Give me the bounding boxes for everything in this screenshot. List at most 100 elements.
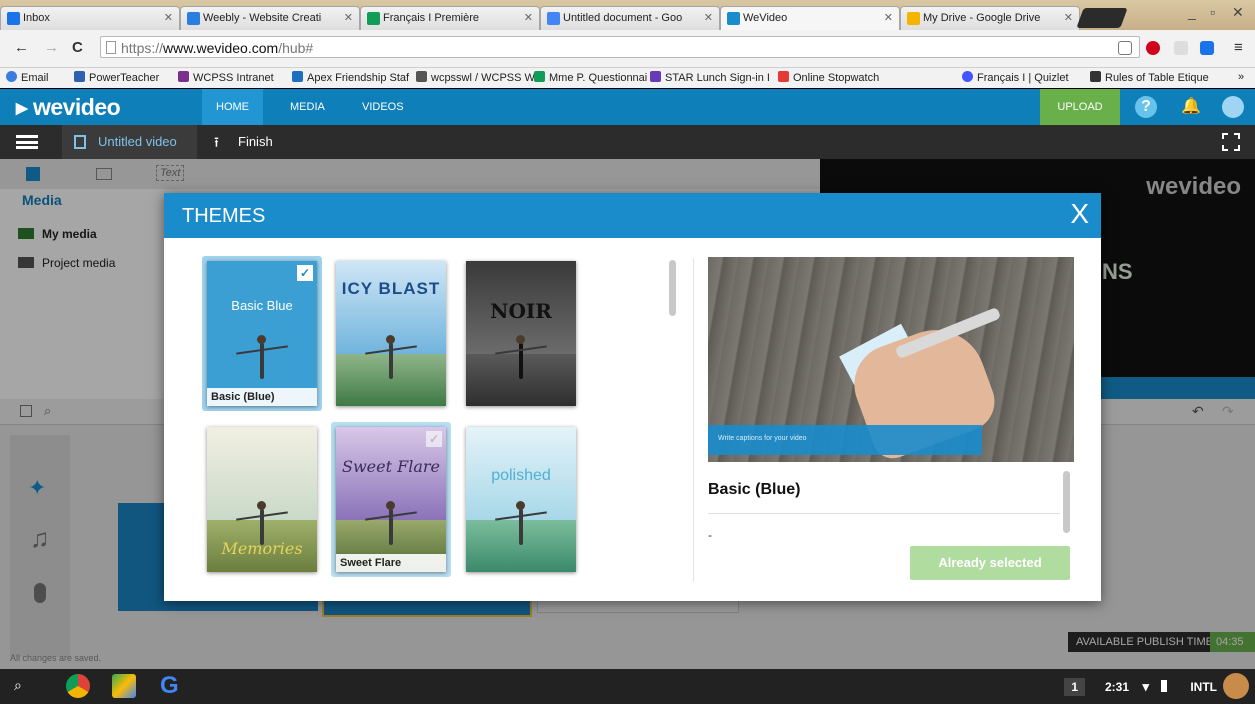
preview-scrollbar[interactable]: [1063, 471, 1070, 533]
girl-figure: [386, 501, 395, 545]
finish-button[interactable]: ⭱ Finish: [212, 125, 273, 159]
close-icon[interactable]: ✕: [524, 11, 533, 24]
theme-card-basic-blue[interactable]: Basic Blue Basic (Blue) ✓: [202, 256, 322, 411]
minimize-icon[interactable]: _: [1188, 4, 1196, 20]
modal-divider: [693, 258, 694, 582]
bookmark-item[interactable]: Apex Friendship Staf: [292, 71, 409, 84]
tab-docs[interactable]: Untitled document - Goo ✕: [540, 6, 720, 30]
bookmark-item[interactable]: Online Stopwatch: [778, 71, 879, 84]
close-icon[interactable]: ✕: [884, 11, 893, 24]
bookmark-label: Français I | Quizlet: [977, 72, 1069, 84]
theme-title: Sweet Flare: [342, 457, 440, 476]
back-arrow-icon[interactable]: ←: [14, 39, 29, 56]
menu-icon[interactable]: ≡: [1234, 39, 1243, 56]
already-selected-button[interactable]: Already selected: [910, 546, 1070, 580]
page-icon: [106, 41, 116, 54]
announce-icon[interactable]: [1200, 41, 1214, 55]
wevideo-logo[interactable]: ▸ wevideo: [16, 94, 121, 121]
bookmark-label: Rules of Table Etique: [1105, 72, 1209, 84]
sheets-icon: [534, 71, 545, 82]
project-toolbar: Untitled video ⭱ Finish: [0, 125, 1255, 159]
tab-classroom[interactable]: Français I Première ✕: [360, 6, 540, 30]
bookmark-label: PowerTeacher: [89, 72, 160, 84]
bookmark-item[interactable]: WCPSS Intranet: [178, 71, 274, 84]
notification-count[interactable]: 1: [1064, 678, 1085, 696]
search-icon[interactable]: ⌕: [14, 677, 22, 694]
chrome-icon[interactable]: [66, 674, 90, 698]
star-icon[interactable]: [1118, 41, 1132, 55]
preview-caption: Write captions for your video: [708, 425, 982, 455]
google-icon[interactable]: G: [160, 674, 184, 698]
upload-button[interactable]: UPLOAD: [1040, 89, 1120, 125]
fullscreen-icon[interactable]: [1222, 133, 1240, 151]
bookmark-label: STAR Lunch Sign-in I: [665, 72, 770, 84]
themes-scrollbar[interactable]: [669, 260, 676, 316]
tab-label: Français I Première: [383, 12, 479, 24]
girl-figure: [516, 335, 525, 379]
close-icon[interactable]: ✕: [704, 11, 713, 24]
close-icon[interactable]: ✕: [1064, 11, 1073, 24]
url-path: /hub#: [278, 40, 314, 56]
theme-card-sweet-flare[interactable]: Sweet Flare Sweet Flare ✓: [331, 422, 451, 577]
weebly-icon: [187, 12, 200, 25]
theme-title: polished: [491, 467, 551, 484]
theme-card-polished[interactable]: polished: [466, 427, 576, 572]
forward-arrow-icon[interactable]: →: [44, 39, 59, 56]
user-avatar[interactable]: [1223, 673, 1249, 699]
close-icon[interactable]: ✕: [344, 11, 353, 24]
new-tab-button[interactable]: [1076, 8, 1128, 28]
address-bar[interactable]: https://www.wevideo.com/hub#: [100, 36, 1140, 58]
user-avatar[interactable]: [1222, 96, 1244, 118]
hamburger-menu-icon[interactable]: [16, 135, 38, 149]
url-host: www.wevideo.com: [163, 40, 279, 56]
tab-weebly[interactable]: Weebly - Website Creati ✕: [180, 6, 360, 30]
close-modal-button[interactable]: X: [1070, 199, 1089, 229]
nav-media[interactable]: MEDIA: [276, 89, 339, 125]
stopwatch-icon: [778, 71, 789, 82]
bookmark-item[interactable]: Rules of Table Etique: [1090, 71, 1209, 84]
tab-drive[interactable]: My Drive - Google Drive ✕: [900, 6, 1080, 30]
input-method: INTL: [1190, 680, 1217, 694]
bookmark-item[interactable]: Email: [6, 71, 49, 84]
url-scheme: https://: [121, 40, 164, 56]
checkmark-icon: ✓: [297, 265, 313, 281]
theme-label: Sweet Flare: [336, 554, 446, 572]
theme-title: ICY BLAST: [341, 279, 441, 298]
bookmark-label: Online Stopwatch: [793, 72, 880, 84]
close-icon[interactable]: ✕: [164, 11, 173, 24]
intranet-icon: [178, 71, 189, 82]
reload-icon[interactable]: C: [72, 39, 83, 56]
bookmark-item[interactable]: wcpsswl / WCPSS W: [416, 71, 535, 84]
theme-title: Memories: [221, 539, 303, 558]
nav-videos[interactable]: VIDEOS: [348, 89, 418, 125]
project-title-tab[interactable]: Untitled video: [62, 125, 197, 159]
nav-home[interactable]: HOME: [202, 89, 263, 125]
maximize-icon[interactable]: ▫: [1210, 4, 1215, 20]
tab-inbox[interactable]: Inbox ✕: [0, 6, 180, 30]
theme-card-icy-blast[interactable]: ICY BLAST: [336, 261, 446, 406]
help-icon[interactable]: ?: [1135, 96, 1157, 118]
theme-title: Basic Blue: [231, 298, 293, 313]
powerteacher-icon: [74, 71, 85, 82]
bookmark-item[interactable]: PowerTeacher: [74, 71, 159, 84]
drive-icon: [907, 12, 920, 25]
theme-card-noir[interactable]: NOIR: [466, 261, 576, 406]
checkmark-icon: ✓: [426, 431, 442, 447]
maps-icon[interactable]: [112, 674, 136, 698]
pbworks-icon: [416, 71, 427, 82]
bookmark-item[interactable]: Français I | Quizlet: [962, 71, 1069, 84]
bookmark-item[interactable]: Mme P. Questionnai: [534, 71, 647, 84]
window-close-icon[interactable]: ✕: [1232, 4, 1244, 21]
themes-modal: THEMES X Basic Blue Basic (Blue) ✓ ICY B…: [164, 193, 1101, 601]
theme-card-memories[interactable]: Memories: [207, 427, 317, 572]
bookmark-item[interactable]: STAR Lunch Sign-in I: [650, 71, 770, 84]
wifi-icon: ▾: [1142, 679, 1149, 694]
docs-icon: [547, 12, 560, 25]
cast-icon[interactable]: [1174, 41, 1188, 55]
tab-label: WeVideo: [743, 12, 788, 24]
tab-label: My Drive - Google Drive: [923, 12, 1041, 24]
tab-wevideo[interactable]: WeVideo ✕: [720, 6, 900, 30]
bell-icon[interactable]: 🔔: [1180, 96, 1202, 118]
bookmarks-overflow[interactable]: »: [1238, 71, 1244, 83]
adblock-icon[interactable]: [1146, 41, 1160, 55]
